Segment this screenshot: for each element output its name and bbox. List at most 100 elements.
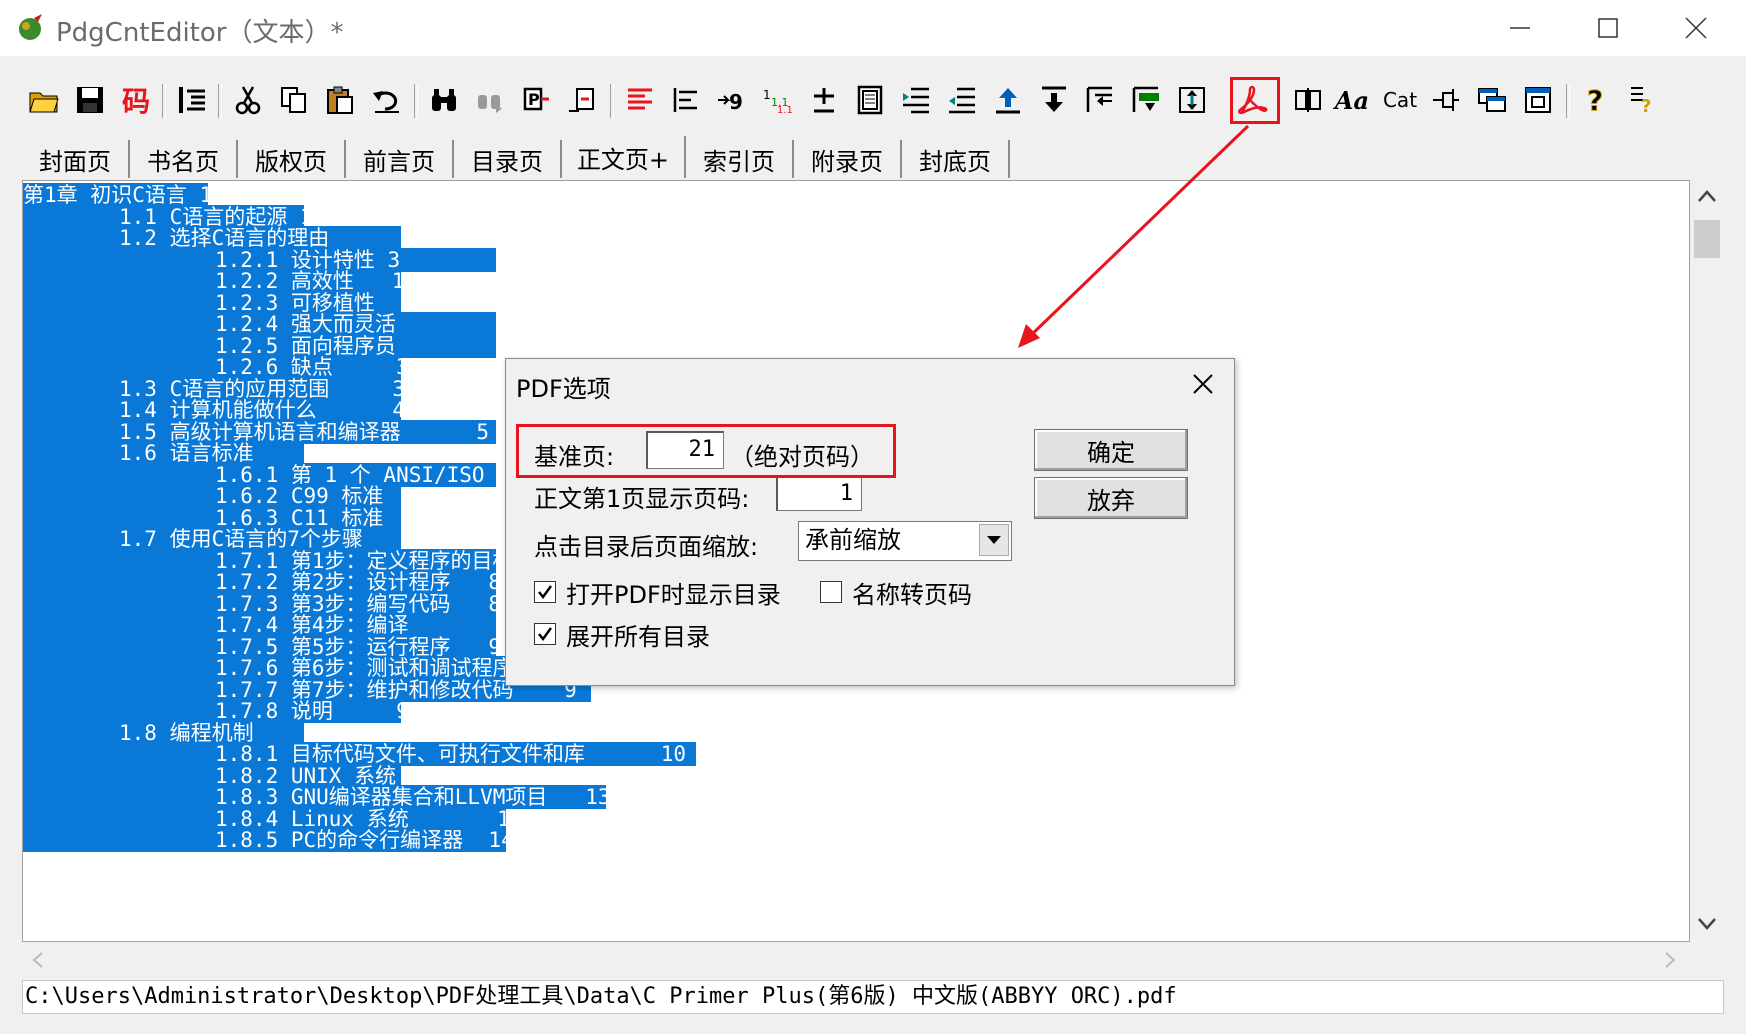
toc-line[interactable]: 1.8.2 UNIX 系统 11 [23, 763, 401, 788]
toc-line[interactable]: 1.7.2 第2步：设计程序 8 [23, 570, 496, 594]
tab-title-page[interactable]: 书名页 [130, 140, 238, 178]
catalog-icon[interactable]: Cat [1380, 82, 1420, 118]
expand-all-checkbox[interactable] [534, 623, 556, 645]
toc-line[interactable]: 1.8.5 PC的命令行编译器 14 [23, 828, 506, 852]
toc-line[interactable]: 1.1 C语言的起源 1 [23, 204, 304, 229]
undo-icon[interactable] [368, 82, 404, 118]
cancel-button[interactable]: 放弃 [1034, 477, 1188, 519]
find-binoculars-icon[interactable] [426, 82, 462, 118]
ok-button[interactable]: 确定 [1034, 429, 1188, 471]
toc-line[interactable]: 1.2.2 高效性 1 [23, 269, 401, 293]
maximize-button[interactable] [1568, 0, 1648, 56]
svg-text:?: ? [1641, 96, 1651, 116]
context-help-icon[interactable]: ? [1624, 82, 1660, 118]
tab-appendix[interactable]: 附录页 [794, 140, 902, 178]
toc-line[interactable]: 1.6.1 第 1 个 ANSI/ISO C 标准 6 [23, 462, 496, 487]
toc-line[interactable]: 1.2.3 可移植性 2 [23, 290, 401, 315]
name-to-page-checkbox[interactable] [820, 581, 842, 603]
toc-line[interactable]: 1.8.3 GNU编译器集合和LLVM项目 13 [23, 785, 606, 809]
encoding-icon[interactable]: 码 [118, 82, 154, 118]
first-page-number-input[interactable]: 1 [776, 475, 862, 511]
demote-icon[interactable] [1128, 82, 1164, 118]
toc-line[interactable]: 1.7.5 第5步：运行程序 9 [23, 634, 496, 659]
minimize-button[interactable] [1480, 0, 1560, 56]
toc-line[interactable]: 1.8 编程机制 10 [23, 720, 304, 745]
vertical-scroll-thumb[interactable] [1694, 220, 1720, 258]
tab-copyright[interactable]: 版权页 [238, 140, 346, 178]
scroll-down-icon[interactable] [1696, 916, 1718, 936]
scroll-right-icon[interactable] [1662, 951, 1678, 973]
save-icon[interactable] [72, 82, 108, 118]
cut-icon[interactable] [230, 82, 266, 118]
name-to-page-label: 名称转页码 [852, 581, 972, 609]
zoom-select[interactable]: 承前缩放 [798, 521, 1012, 561]
align-red-icon[interactable] [622, 82, 658, 118]
move-down-icon[interactable] [1036, 82, 1072, 118]
toc-line[interactable]: 1.2 选择C语言的理由 1 [23, 226, 401, 250]
pin-icon[interactable] [1428, 82, 1464, 118]
toc-line[interactable]: 1.6 语言标准 6 [23, 441, 304, 465]
export-icon[interactable] [1520, 82, 1556, 118]
indent-icon[interactable] [944, 82, 980, 118]
tab-contents[interactable]: 目录页 [454, 140, 562, 178]
close-button[interactable] [1656, 0, 1736, 56]
page-number-icon[interactable]: 9 [714, 82, 750, 118]
toc-line[interactable]: 1.2.1 设计特性 3 1 [23, 247, 496, 272]
toc-line[interactable]: 1.7.1 第1步：定义程序的目标 8 [23, 548, 496, 573]
tab-index[interactable]: 索引页 [686, 140, 794, 178]
tab-body[interactable]: 正文页+ [562, 136, 686, 178]
indent-left-icon[interactable] [668, 82, 704, 118]
toolbar-separator [1566, 84, 1570, 118]
dialog-close-icon[interactable] [1188, 369, 1218, 399]
replace-icon[interactable]: P [518, 82, 554, 118]
copy-icon[interactable] [276, 82, 312, 118]
toc-line[interactable]: 1.4 计算机能做什么 4 [23, 398, 401, 422]
toc-line[interactable]: 1.5 高级计算机语言和编译器 5 [23, 419, 496, 444]
columns-icon[interactable] [1290, 82, 1326, 118]
toc-line[interactable]: 1.6.2 C99 标准 6 [23, 484, 401, 508]
toc-line[interactable]: 1.8.1 目标代码文件、可执行文件和库 10 [23, 742, 696, 766]
zoom-label: 点击目录后页面缩放: [534, 533, 759, 561]
tab-back-cover[interactable]: 封底页 [902, 140, 1010, 178]
toc-line[interactable]: 1.7.4 第4步：编译 8 [23, 613, 496, 637]
tab-cover[interactable]: 封面页 [22, 140, 130, 178]
toolbar-separator [162, 84, 166, 118]
horizontal-scrollbar[interactable] [22, 942, 1690, 976]
chevron-down-icon[interactable] [979, 524, 1009, 556]
help-icon[interactable]: ? [1578, 82, 1614, 118]
svg-text:1: 1 [763, 88, 771, 102]
window-title: PdgCntEditor（文本）* [56, 18, 344, 48]
toc-line[interactable]: 1.2.4 强大而灵活 3 [23, 312, 496, 336]
tab-preface[interactable]: 前言页 [346, 140, 454, 178]
outdent-icon[interactable] [898, 82, 934, 118]
open-folder-icon[interactable] [26, 82, 62, 118]
window-icon[interactable] [1474, 82, 1510, 118]
toc-line[interactable]: 1.2.5 面向程序员 3 [23, 333, 496, 358]
toc-line[interactable]: 第1章 初识C语言 1 [23, 183, 208, 207]
svg-text:9: 9 [729, 90, 743, 114]
page-icon[interactable] [852, 82, 888, 118]
scroll-up-icon[interactable] [1696, 188, 1718, 208]
toc-list-icon[interactable] [174, 82, 210, 118]
toc-line[interactable]: 1.6.3 C11 标准 7 [23, 505, 401, 530]
toc-line[interactable]: 1.7.3 第3步：编写代码 8 [23, 591, 496, 616]
plus-minus-icon[interactable] [806, 82, 842, 118]
toc-line[interactable]: 1.2.6 缺点 3 [23, 355, 401, 379]
title-bar: PdgCntEditor（文本）* [0, 0, 1746, 56]
scroll-left-icon[interactable] [30, 951, 46, 973]
pdf-options-dialog: PDF选项 基准页: 21 （绝对页码） 正文第1页显示页码: 1 点击目录后页… [505, 358, 1235, 686]
show-toc-checkbox[interactable] [534, 581, 556, 603]
replace-all-icon[interactable] [564, 82, 600, 118]
toc-line[interactable]: 1.8.4 Linux 系统 13 [23, 806, 506, 831]
font-icon[interactable]: Aa [1334, 82, 1370, 118]
paste-icon[interactable] [322, 82, 358, 118]
find-next-disabled-icon[interactable] [472, 82, 508, 118]
vertical-scrollbar[interactable] [1690, 180, 1724, 942]
numbering-icon[interactable]: 11.11.1.1 [760, 82, 796, 118]
promote-icon[interactable] [1082, 82, 1118, 118]
toc-line[interactable]: 1.7 使用C语言的7个步骤 7 [23, 527, 401, 551]
toc-line[interactable]: 1.3 C语言的应用范围 3 [23, 376, 401, 401]
expand-icon[interactable] [1174, 82, 1210, 118]
toc-line[interactable]: 1.7.8 说明 9 [23, 699, 401, 723]
move-up-icon[interactable] [990, 82, 1026, 118]
